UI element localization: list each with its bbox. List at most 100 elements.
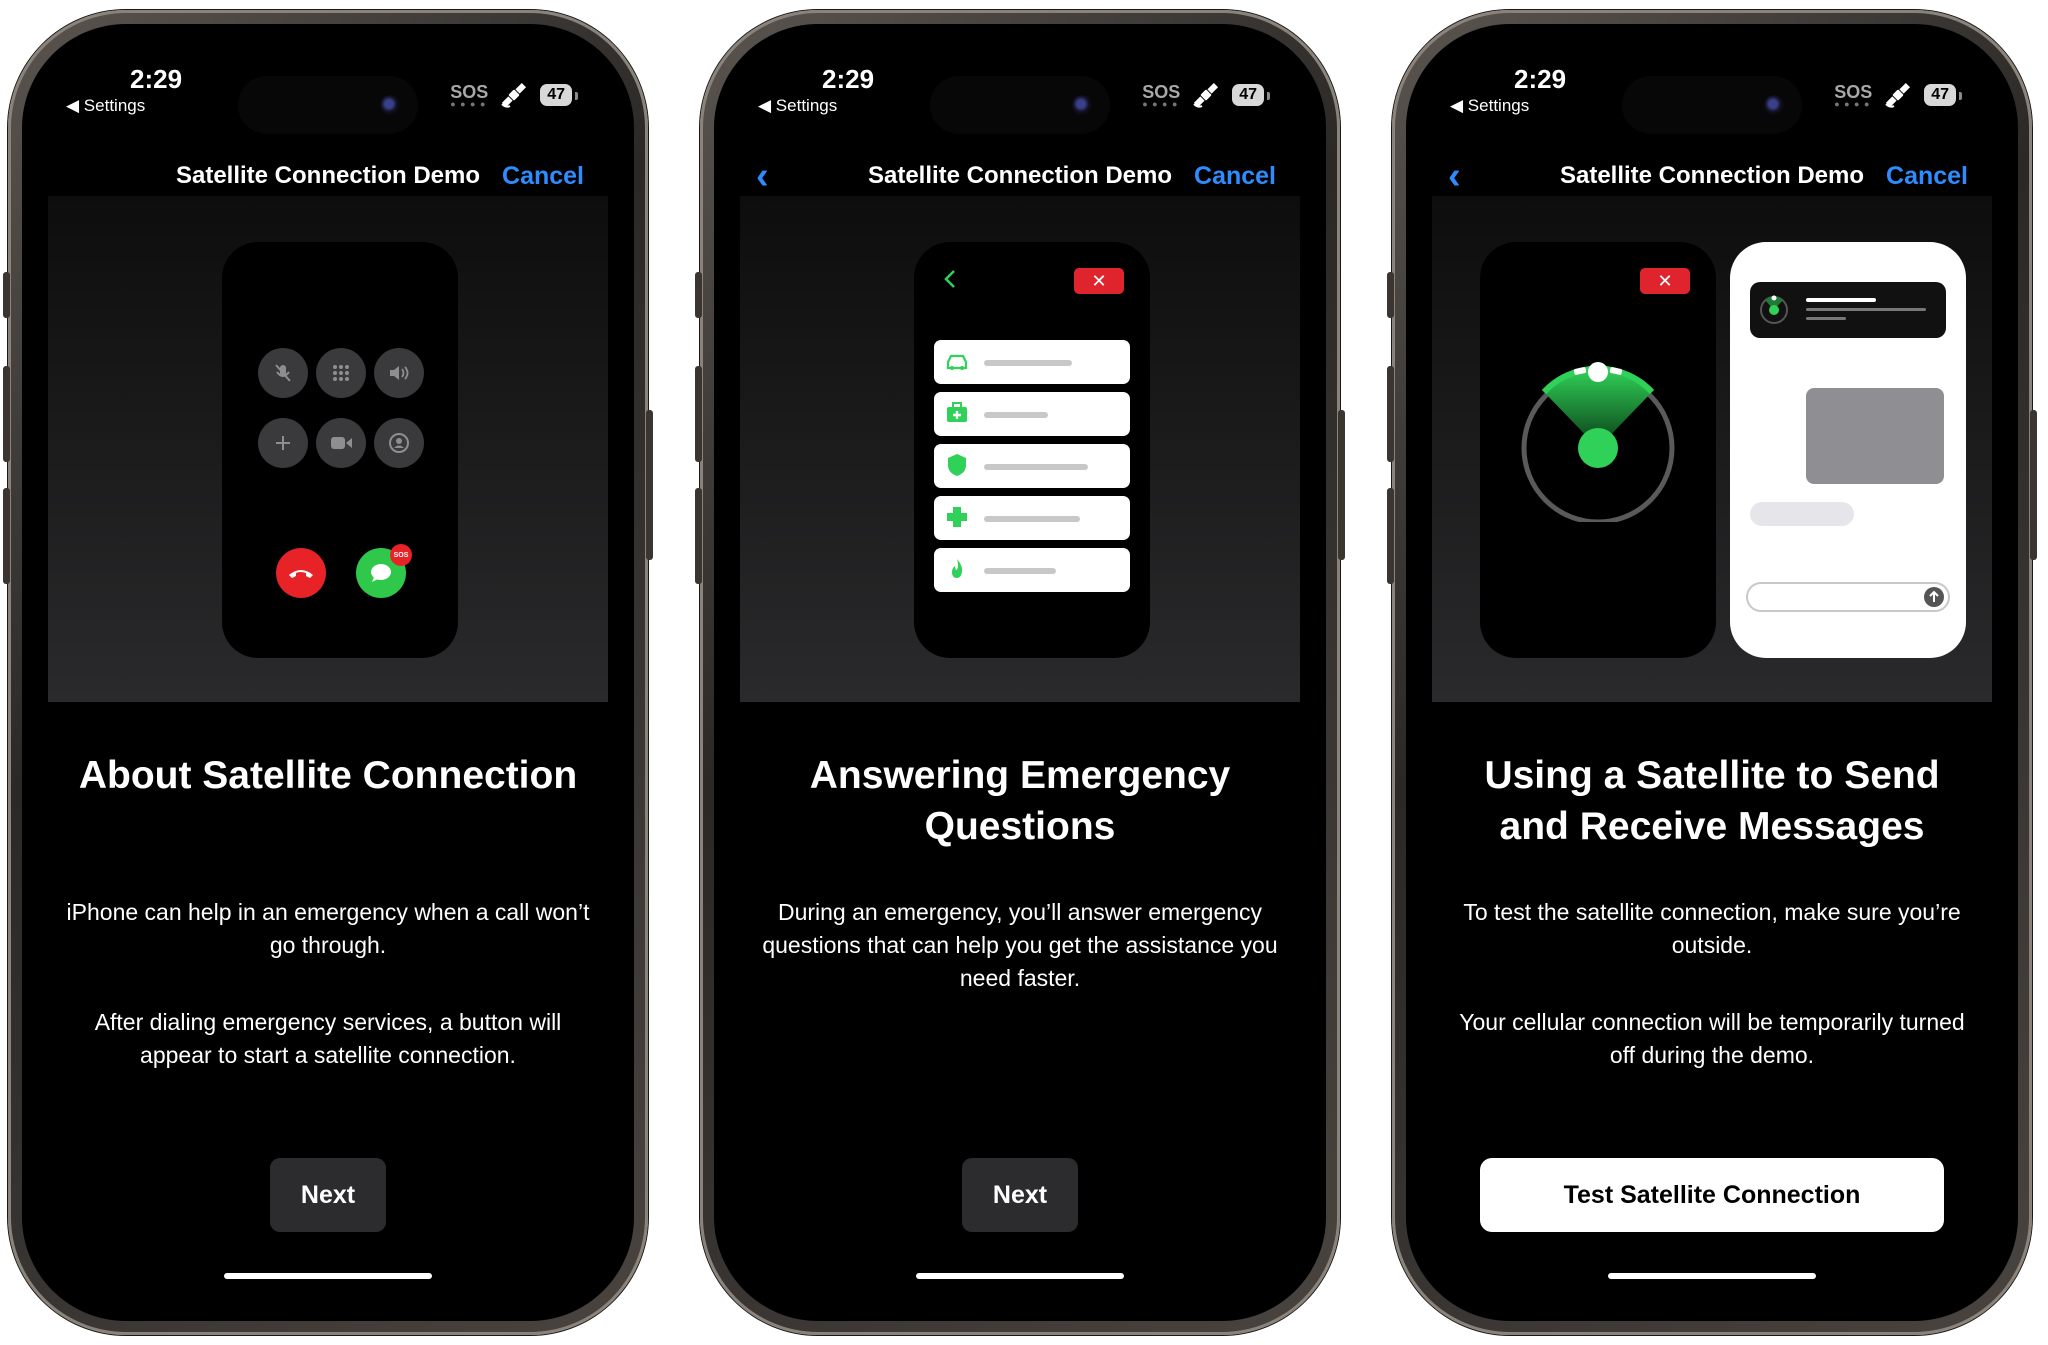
navigation-bar: Satellite Connection Demo Cancel <box>22 156 634 200</box>
body-paragraph-1: To test the satellite connection, make s… <box>1463 899 1961 958</box>
satellite-finder-graphic <box>1521 362 1675 522</box>
placeholder-bar <box>984 360 1072 366</box>
home-indicator <box>916 1273 1124 1279</box>
back-to-settings-link[interactable]: ◀ Settings <box>66 96 145 116</box>
sos-indicator: SOS ● ● ● ● <box>1142 83 1180 109</box>
question-row-health <box>934 496 1130 540</box>
incoming-message-bubble <box>1750 502 1854 526</box>
next-button[interactable]: Next <box>270 1158 386 1232</box>
action-button <box>1387 272 1394 318</box>
illustration-area: ✕ <box>740 196 1300 702</box>
placeholder-bar <box>984 464 1088 470</box>
action-button <box>695 272 702 318</box>
back-to-settings-link[interactable]: ◀ Settings <box>1450 96 1529 116</box>
next-button[interactable]: Next <box>962 1158 1078 1232</box>
add-call-icon <box>258 418 308 468</box>
sos-dots: ● ● ● ● <box>1142 99 1179 109</box>
home-indicator <box>224 1273 432 1279</box>
illustration-satellite-finder: ✕ <box>1480 242 1716 658</box>
camera-icon <box>1072 95 1092 115</box>
side-button <box>1338 410 1345 560</box>
car-icon <box>946 354 968 370</box>
outgoing-message-bubble <box>1806 388 1944 484</box>
sos-indicator: SOS ● ● ● ● <box>1834 83 1872 109</box>
fire-icon <box>952 559 963 578</box>
body-paragraph-2: Your cellular connection will be tempora… <box>1459 1009 1965 1068</box>
page-heading: About Satellite Connection <box>78 754 578 797</box>
placeholder-bar <box>984 412 1048 418</box>
placeholder-bar <box>1806 308 1926 311</box>
page-heading: Answering Emergency Questions <box>809 754 1231 848</box>
body-paragraph-1: During an emergency, you’ll answer emerg… <box>762 899 1278 991</box>
dynamic-island <box>1622 76 1802 134</box>
question-row-medical <box>934 392 1130 436</box>
volume-down-button <box>695 488 702 584</box>
placeholder-bar <box>1806 317 1846 320</box>
phone-frame-2: 2:29 ◀ Settings SOS ● ● ● ● 47 ‹ Satellit… <box>695 10 1345 1335</box>
dynamic-island <box>930 76 1110 134</box>
status-time: 2:29 <box>1514 64 1567 94</box>
page-heading: Using a Satellite to Send and Receive Me… <box>1484 754 1940 848</box>
navigation-bar: ‹ Satellite Connection Demo Cancel <box>714 156 1326 200</box>
battery-indicator: 47 <box>1232 84 1270 106</box>
volume-up-button <box>3 366 10 462</box>
status-icons: SOS ● ● ● ● 47 <box>450 80 578 110</box>
send-arrow-icon <box>1924 587 1944 607</box>
medical-bag-icon <box>947 402 967 422</box>
screen: 2:29 ◀ Settings SOS ● ● ● ● 47 ‹ Satellit… <box>1406 24 2018 1321</box>
side-button <box>2030 410 2037 560</box>
question-row-safety <box>934 444 1130 488</box>
satellite-status-banner <box>1750 282 1946 338</box>
cancel-button[interactable]: Cancel <box>1194 162 1276 191</box>
volume-up-button <box>695 366 702 462</box>
phone-frame-1: 2:29 ◀ Settings SOS ● ● ● ● 47 Satellite … <box>3 10 653 1335</box>
question-row-vehicle <box>934 340 1130 384</box>
status-time: 2:29 <box>130 64 183 94</box>
end-call-icon <box>276 548 326 598</box>
camera-icon <box>380 95 400 115</box>
facetime-icon <box>316 418 366 468</box>
status-icons: SOS ● ● ● ● 47 <box>1834 80 1962 110</box>
close-icon: ✕ <box>1640 268 1690 294</box>
action-button <box>3 272 10 318</box>
contacts-icon <box>374 418 424 468</box>
screen: 2:29 ◀ Settings SOS ● ● ● ● 47 Satellite … <box>22 24 634 1321</box>
shield-icon <box>948 454 966 476</box>
side-button <box>646 410 653 560</box>
message-input-field <box>1746 582 1950 612</box>
medical-cross-icon <box>947 507 967 527</box>
satellite-icon <box>1885 82 1911 108</box>
keypad-icon <box>316 348 366 398</box>
mini-back-chevron-icon <box>944 270 955 288</box>
test-satellite-connection-button[interactable]: Test Satellite Connection <box>1480 1158 1944 1232</box>
sos-dots: ● ● ● ● <box>450 99 487 109</box>
close-icon: ✕ <box>1074 268 1124 294</box>
status-time: 2:29 <box>822 64 875 94</box>
cancel-button[interactable]: Cancel <box>502 162 584 191</box>
satellite-finder-mini-icon <box>1760 295 1788 324</box>
speaker-icon <box>374 348 424 398</box>
satellite-icon <box>1193 82 1219 108</box>
navigation-bar: ‹ Satellite Connection Demo Cancel <box>1406 156 2018 200</box>
cancel-button[interactable]: Cancel <box>1886 162 1968 191</box>
satellite-icon <box>501 82 527 108</box>
camera-icon <box>1764 95 1784 115</box>
illustration-area: ✕ <box>1432 196 1992 702</box>
illustration-messages-screen <box>1730 242 1966 658</box>
screen: 2:29 ◀ Settings SOS ● ● ● ● 47 ‹ Satellit… <box>714 24 1326 1321</box>
volume-down-button <box>3 488 10 584</box>
body-paragraph-2: After dialing emergency services, a butt… <box>94 1009 562 1068</box>
sos-dots: ● ● ● ● <box>1834 99 1871 109</box>
illustration-area: SOS <box>48 196 608 702</box>
back-to-settings-link[interactable]: ◀ Settings <box>758 96 837 116</box>
placeholder-bar <box>984 568 1056 574</box>
home-indicator <box>1608 1273 1816 1279</box>
body-paragraph-1: iPhone can help in an emergency when a c… <box>66 899 590 958</box>
sos-indicator: SOS ● ● ● ● <box>450 83 488 109</box>
question-row-fire <box>934 548 1130 592</box>
battery-indicator: 47 <box>1924 84 1962 106</box>
dynamic-island <box>238 76 418 134</box>
sos-badge: SOS <box>390 544 412 566</box>
message-icon: SOS <box>356 544 412 598</box>
battery-indicator: 47 <box>540 84 578 106</box>
